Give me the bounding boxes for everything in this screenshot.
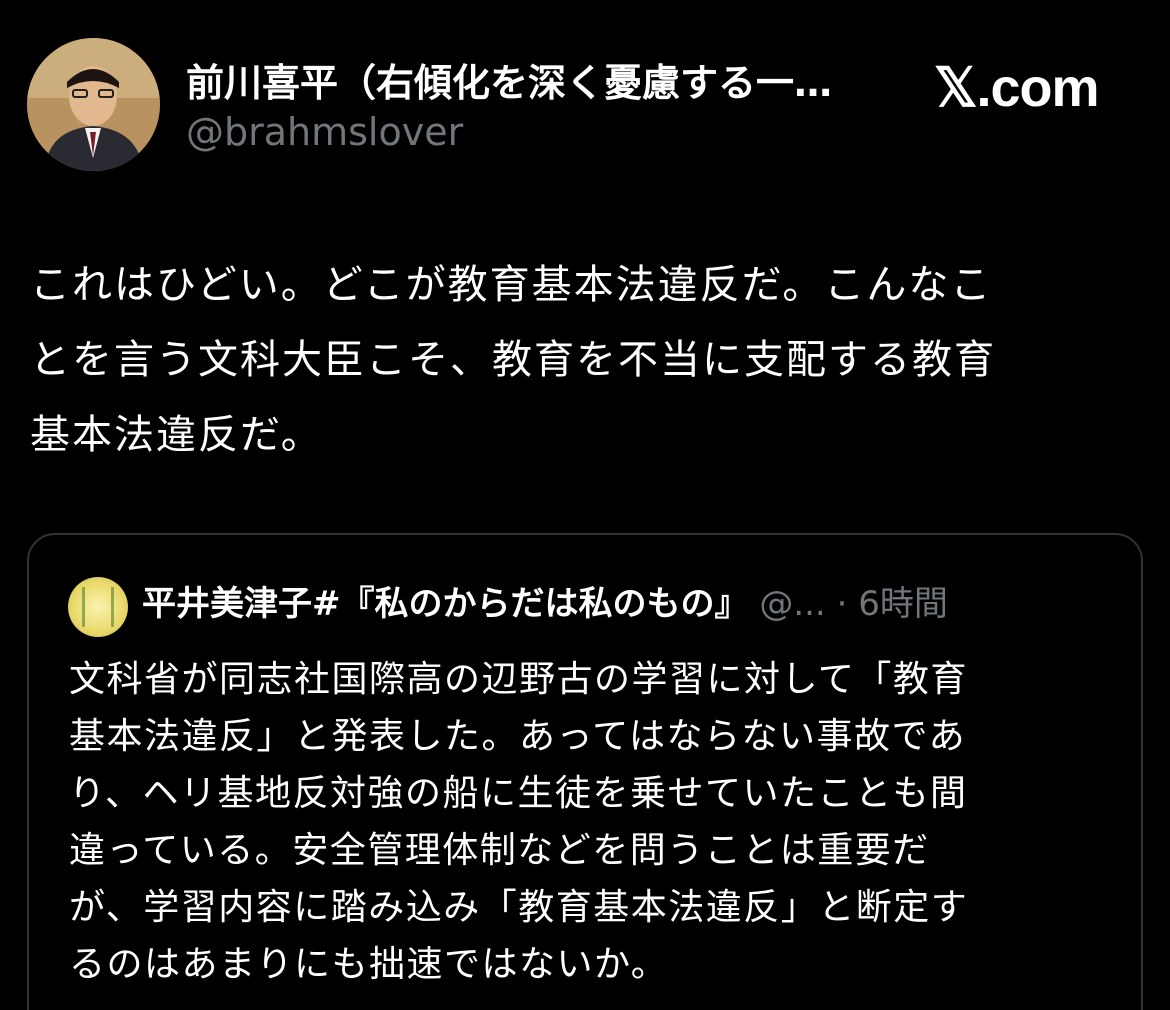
x-logo: 𝕏.com [934,58,1100,118]
author-handle[interactable]: @brahmslover [186,108,463,156]
meta-separator: · [836,584,859,624]
tweet-screenshot: 前川喜平（右傾化を深く憂慮する一… @brahmslover 𝕏.com これは… [0,0,1170,1010]
quoted-author-handle[interactable]: @... [759,584,825,624]
quoted-post-header: 平井美津子#『私のからだは私のもの』 @... · 6時間 [142,579,1102,629]
author-display-name[interactable]: 前川喜平（右傾化を深く憂慮する一… [186,56,898,110]
avatar-pattern-icon [82,587,114,627]
author-avatar[interactable] [27,38,160,171]
post-text: これはひどい。どこが教育基本法違反だ。こんなこ とを言う文科大臣こそ、教育を不当… [30,262,996,458]
quoted-author-name[interactable]: 平井美津子#『私のからだは私のもの』 [142,584,749,624]
quoted-post-time[interactable]: 6時間 [858,584,948,624]
quoted-author-avatar[interactable] [68,577,128,637]
quoted-post-card[interactable]: 平井美津子#『私のからだは私のもの』 @... · 6時間 文科省が同志社国際高… [27,533,1143,1010]
quoted-post-text: 文科省が同志社国際高の辺野古の学習に対して「教育 基本法違反」と発表した。あって… [69,659,969,985]
